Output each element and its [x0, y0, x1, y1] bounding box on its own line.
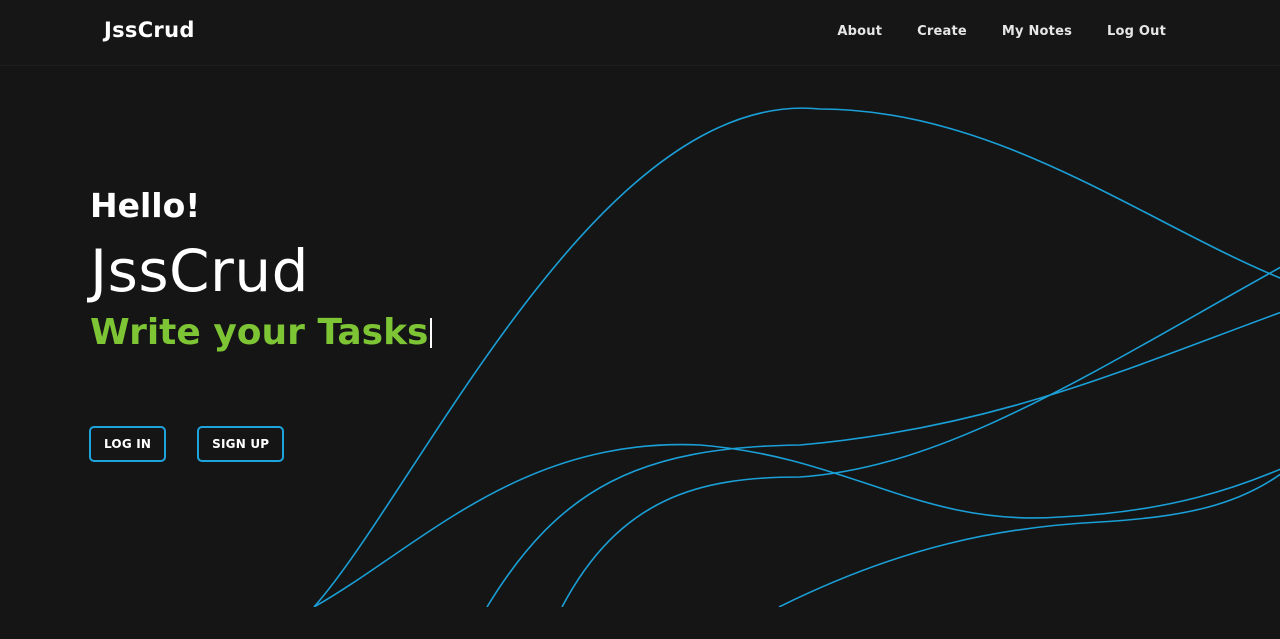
nav-link-about[interactable]: About	[837, 24, 882, 39]
wave-line-5	[778, 473, 1280, 607]
bottom-strip	[0, 607, 1280, 639]
hero-tagline: Write your Tasks	[90, 312, 429, 353]
brand-logo-link[interactable]: JssCrud	[104, 18, 195, 42]
login-button[interactable]: LOG IN	[89, 426, 167, 462]
nav-link-log-out[interactable]: Log Out	[1107, 24, 1166, 39]
hero-tagline-row: Write your Tasks	[90, 308, 433, 358]
hero-text-block: Hello! JssCrud Write your Tasks	[90, 182, 433, 358]
wave-line-4	[561, 266, 1280, 607]
nav-link-my-notes[interactable]: My Notes	[1002, 24, 1072, 39]
signup-button[interactable]: SIGN UP	[197, 426, 285, 462]
nav-link-create[interactable]: Create	[917, 24, 967, 39]
hero-title: JssCrud	[90, 237, 309, 305]
wave-line-1	[313, 107, 1280, 607]
hero-section: Hello! JssCrud Write your Tasks LOG IN S…	[0, 67, 1280, 607]
hero-greeting: Hello!	[90, 186, 201, 225]
wave-line-2	[313, 443, 1280, 607]
navbar: JssCrud About Create My Notes Log Out	[0, 0, 1280, 66]
hero-button-row: LOG IN SIGN UP	[89, 426, 285, 462]
nav-links: About Create My Notes Log Out	[802, 24, 1166, 39]
typing-cursor	[430, 318, 433, 348]
